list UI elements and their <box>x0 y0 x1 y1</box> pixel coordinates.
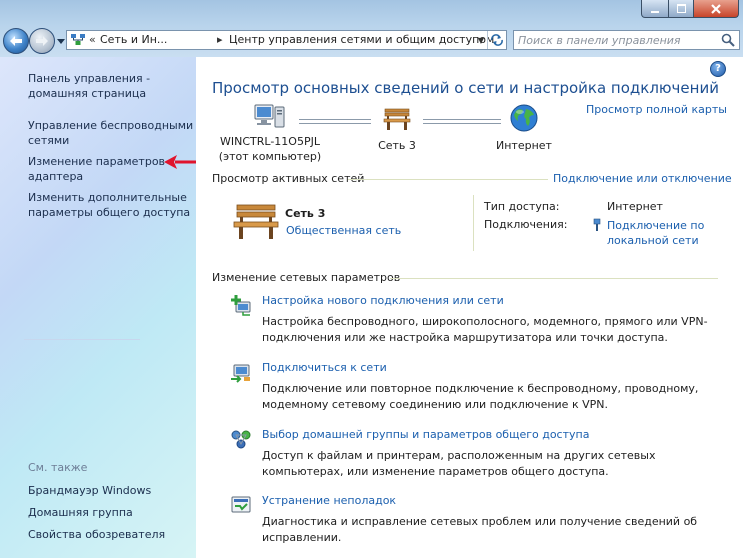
section-divider <box>390 278 718 279</box>
map-link-line <box>299 119 371 124</box>
task-desc-homegroup: Доступ к файлам и принтерам, расположенн… <box>262 449 656 478</box>
section-divider <box>348 179 548 180</box>
task-link-homegroup[interactable]: Выбор домашней группы и параметров общег… <box>262 428 589 441</box>
title-address-bar: « Сеть и Ин... ▸ Центр управления сетями… <box>0 0 743 57</box>
map-network-name: Сеть 3 <box>378 139 416 152</box>
task-desc-new-connection: Настройка беспроводного, широкополосного… <box>262 315 708 344</box>
active-networks-title: Просмотр активных сетей <box>212 172 365 185</box>
breadcrumb-network-center[interactable]: Центр управления сетями и общим доступом <box>229 33 494 46</box>
homegroup-icon <box>231 430 251 449</box>
history-dropdown-icon[interactable] <box>57 36 65 46</box>
search-icon[interactable] <box>721 33 735 47</box>
breadcrumb-network-internet[interactable]: Сеть и Ин... <box>100 33 167 46</box>
search-box <box>513 30 740 50</box>
task-desc-connect-network: Подключение или повторное подключение к … <box>262 382 699 411</box>
task-link-connect-network[interactable]: Подключиться к сети <box>262 361 387 374</box>
network-center-icon <box>71 34 85 45</box>
computer-name: WINCTRL-11O5PJL <box>220 135 320 148</box>
bench-icon <box>233 204 279 239</box>
chevron-down-icon[interactable]: ▼ <box>474 31 488 49</box>
task-link-troubleshoot[interactable]: Устранение неполадок <box>262 494 396 507</box>
map-node-internet[interactable]: Интернет <box>494 103 554 152</box>
task-desc-troubleshoot: Диагностика и исправление сетевых пробле… <box>262 515 698 544</box>
computer-icon <box>254 104 285 128</box>
close-button[interactable] <box>694 0 739 18</box>
change-settings-title: Изменение сетевых параметров <box>212 271 401 284</box>
sidebar-item-firewall[interactable]: Брандмауэр Windows <box>28 483 151 498</box>
see-also-title: См. также <box>28 461 88 474</box>
access-type-value: Интернет <box>607 200 663 213</box>
navigation-buttons <box>3 28 65 54</box>
sidebar-divider <box>24 339 140 340</box>
sidebar-item-label: Управление беспроводными сетями <box>28 119 194 147</box>
page-title: Просмотр основных сведений о сети и наст… <box>212 79 719 97</box>
sidebar-item-change-adapter[interactable]: Изменение параметров адаптера <box>28 154 165 184</box>
network-type-link[interactable]: Общественная сеть <box>286 224 401 237</box>
back-button[interactable] <box>3 28 29 54</box>
breadcrumb-overflow[interactable]: « <box>89 33 96 46</box>
connection-link[interactable]: Подключение по локальной сети <box>607 218 704 248</box>
minimize-button[interactable] <box>641 0 669 18</box>
vertical-divider <box>473 195 474 251</box>
map-internet-label: Интернет <box>496 139 552 152</box>
search-input[interactable] <box>518 32 714 48</box>
new-connection-icon <box>231 295 251 316</box>
sidebar-item-internet-options[interactable]: Свойства обозревателя <box>28 527 165 542</box>
sidebar-item-advanced-sharing[interactable]: Изменить дополнительные параметры общего… <box>28 190 190 220</box>
connect-disconnect-link[interactable]: Подключение или отключение <box>553 172 732 185</box>
main-content: ? Просмотр основных сведений о сети и на… <box>196 57 743 558</box>
map-node-computer[interactable]: WINCTRL-11O5PJL (этот компьютер) <box>214 103 326 163</box>
close-icon <box>711 3 721 14</box>
map-link-line <box>423 119 501 124</box>
sidebar-item-label: Изменение параметров адаптера <box>28 155 166 183</box>
active-network-panel: Сеть 3 Общественная сеть Тип доступа: Ин… <box>212 191 718 261</box>
breadcrumb-separator[interactable]: ▸ <box>217 33 223 46</box>
active-network-name: Сеть 3 <box>285 207 326 220</box>
troubleshoot-icon <box>231 496 251 513</box>
refresh-icon[interactable] <box>487 31 506 49</box>
connect-network-icon <box>231 364 250 383</box>
help-icon[interactable]: ? <box>710 61 726 77</box>
window-caption-buttons <box>641 0 739 18</box>
arrow-right-icon <box>36 36 48 46</box>
sidebar-item-control-panel-home[interactable]: Панель управления - домашняя страница <box>28 71 150 101</box>
connections-label: Подключения: <box>484 218 568 231</box>
maximize-button[interactable] <box>669 0 694 18</box>
sidebar-item-label: Изменить дополнительные параметры общего… <box>28 191 191 219</box>
bench-icon <box>383 108 411 130</box>
computer-caption: (этот компьютер) <box>218 150 322 163</box>
ethernet-icon <box>593 218 601 231</box>
navigation-pane: Панель управления - домашняя страница Уп… <box>0 57 207 558</box>
task-link-new-connection[interactable]: Настройка нового подключения или сети <box>262 294 504 307</box>
sidebar-item-homegroup[interactable]: Домашняя группа <box>28 505 133 520</box>
arrow-left-icon <box>10 36 22 46</box>
sidebar-item-label: Панель управления - домашняя страница <box>28 72 151 100</box>
globe-icon <box>510 104 538 132</box>
map-node-network[interactable]: Сеть 3 <box>368 103 426 152</box>
access-type-label: Тип доступа: <box>484 200 560 213</box>
address-bar[interactable]: « Сеть и Ин... ▸ Центр управления сетями… <box>66 30 507 50</box>
view-full-map-link[interactable]: Просмотр полной карты <box>586 103 727 116</box>
sidebar-item-manage-wireless[interactable]: Управление беспроводными сетями <box>28 118 193 148</box>
forward-button[interactable] <box>29 28 55 54</box>
